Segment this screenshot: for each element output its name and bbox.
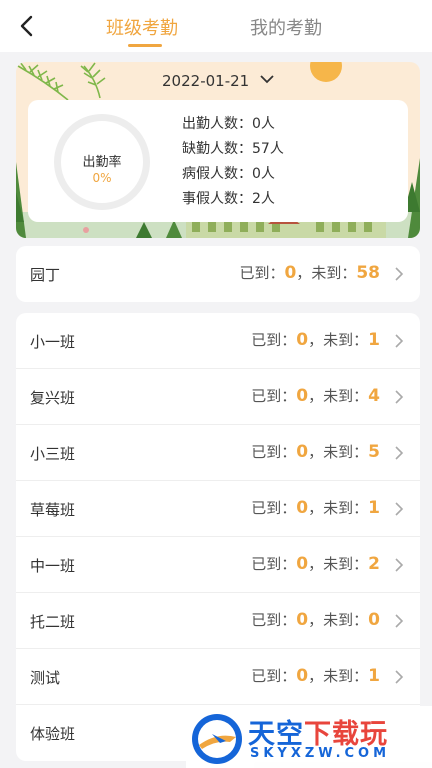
staff-row[interactable]: 园丁 已到：0，未到：58 (16, 246, 420, 302)
row-attendance: 已到：0，未到：1 (251, 498, 380, 518)
row-name: 体验班 (30, 725, 76, 743)
attendance-summary-card: 2022-01-21 出勤率 0% 出勤人数：0人 缺勤人数：57人 病假人数：… (16, 62, 420, 238)
chevron-right-icon (395, 614, 404, 628)
attendance-rate-value: 0% (92, 171, 112, 185)
class-row[interactable]: 托二班 已到：0，未到：0 (16, 593, 420, 649)
top-bar: 班级考勤 我的考勤 (0, 0, 432, 52)
back-arrow-icon[interactable] (14, 12, 42, 40)
attendance-rate-label: 出勤率 (82, 155, 122, 170)
arrived-count: 0 (296, 666, 309, 686)
watermark-url: SKYXZW.COM (250, 746, 391, 761)
arrived-count: 0 (296, 498, 309, 518)
absent-count: 1 (368, 498, 380, 518)
class-list-card: 小一班 已到：0，未到：1 复兴班 已到：0，未到：4 小三班 已到：0，未到：… (16, 313, 420, 761)
row-name: 中一班 (30, 557, 76, 575)
row-name: 小一班 (30, 333, 76, 351)
arrived-count: 0 (296, 386, 309, 406)
site-watermark: 天空下载玩 SKYXZW.COM (186, 706, 432, 768)
selected-date: 2022-01-21 (162, 72, 250, 90)
class-row[interactable]: 草莓班 已到：0，未到：1 (16, 481, 420, 537)
row-name: 测试 (30, 669, 61, 687)
class-row[interactable]: 中一班 已到：0，未到：2 (16, 537, 420, 593)
chevron-right-icon (395, 267, 404, 281)
chevron-right-icon (395, 446, 404, 460)
arrived-count: 0 (296, 442, 309, 462)
class-row[interactable]: 小三班 已到：0，未到：5 (16, 425, 420, 481)
absent-count: 2 (368, 554, 380, 574)
row-attendance: 已到：0，未到：1 (251, 666, 380, 686)
chevron-right-icon (395, 558, 404, 572)
row-name: 小三班 (30, 445, 76, 463)
arrived-count: 0 (296, 610, 309, 630)
chevron-right-icon (395, 390, 404, 404)
absent-count: 1 (368, 330, 380, 350)
row-name: 托二班 (30, 613, 76, 631)
absent-count: 58 (356, 263, 380, 283)
absent-count: 5 (368, 442, 380, 462)
arrived-count: 0 (296, 554, 309, 574)
chevron-right-icon (395, 670, 404, 684)
active-tab-indicator (128, 44, 162, 47)
chevron-right-icon (395, 334, 404, 348)
absent-count: 4 (368, 386, 380, 406)
row-attendance: 已到：0，未到：4 (251, 386, 380, 406)
row-attendance: 已到：0，未到：5 (251, 442, 380, 462)
class-row[interactable]: 复兴班 已到：0，未到：4 (16, 369, 420, 425)
class-row[interactable]: 测试 已到：0，未到：1 (16, 649, 420, 705)
sky-logo-icon (192, 714, 242, 764)
row-attendance: 已到：0，未到：0 (251, 610, 380, 630)
stats-panel: 出勤率 0% 出勤人数：0人 缺勤人数：57人 病假人数：0人 事假人数：2人 (28, 100, 408, 222)
row-attendance: 已到：0，未到：58 (239, 263, 380, 283)
row-name: 草莓班 (30, 501, 76, 519)
tab-class-attendance[interactable]: 班级考勤 (106, 14, 178, 40)
stat-list: 出勤人数：0人 缺勤人数：57人 病假人数：0人 事假人数：2人 (182, 112, 284, 212)
class-row[interactable]: 小一班 已到：0，未到：1 (16, 313, 420, 369)
attendance-rate-ring: 出勤率 0% (54, 114, 150, 210)
absent-count: 1 (368, 666, 380, 686)
tab-my-attendance[interactable]: 我的考勤 (250, 14, 322, 40)
stat-personal-leave: 事假人数：2人 (182, 191, 275, 207)
arrived-count: 0 (284, 263, 297, 283)
row-attendance: 已到：0，未到：2 (251, 554, 380, 574)
staff-card: 园丁 已到：0，未到：58 (16, 246, 420, 302)
chevron-down-icon (260, 75, 274, 84)
stat-present: 出勤人数：0人 (182, 116, 275, 132)
row-name: 园丁 (30, 266, 61, 284)
stat-absent: 缺勤人数：57人 (182, 141, 284, 157)
row-attendance: 已到：0，未到：1 (251, 330, 380, 350)
row-name: 复兴班 (30, 389, 76, 407)
date-picker[interactable]: 2022-01-21 (16, 72, 420, 90)
stat-sick-leave: 病假人数：0人 (182, 166, 275, 182)
absent-count: 0 (368, 610, 380, 630)
chevron-right-icon (395, 502, 404, 516)
arrived-count: 0 (296, 330, 309, 350)
